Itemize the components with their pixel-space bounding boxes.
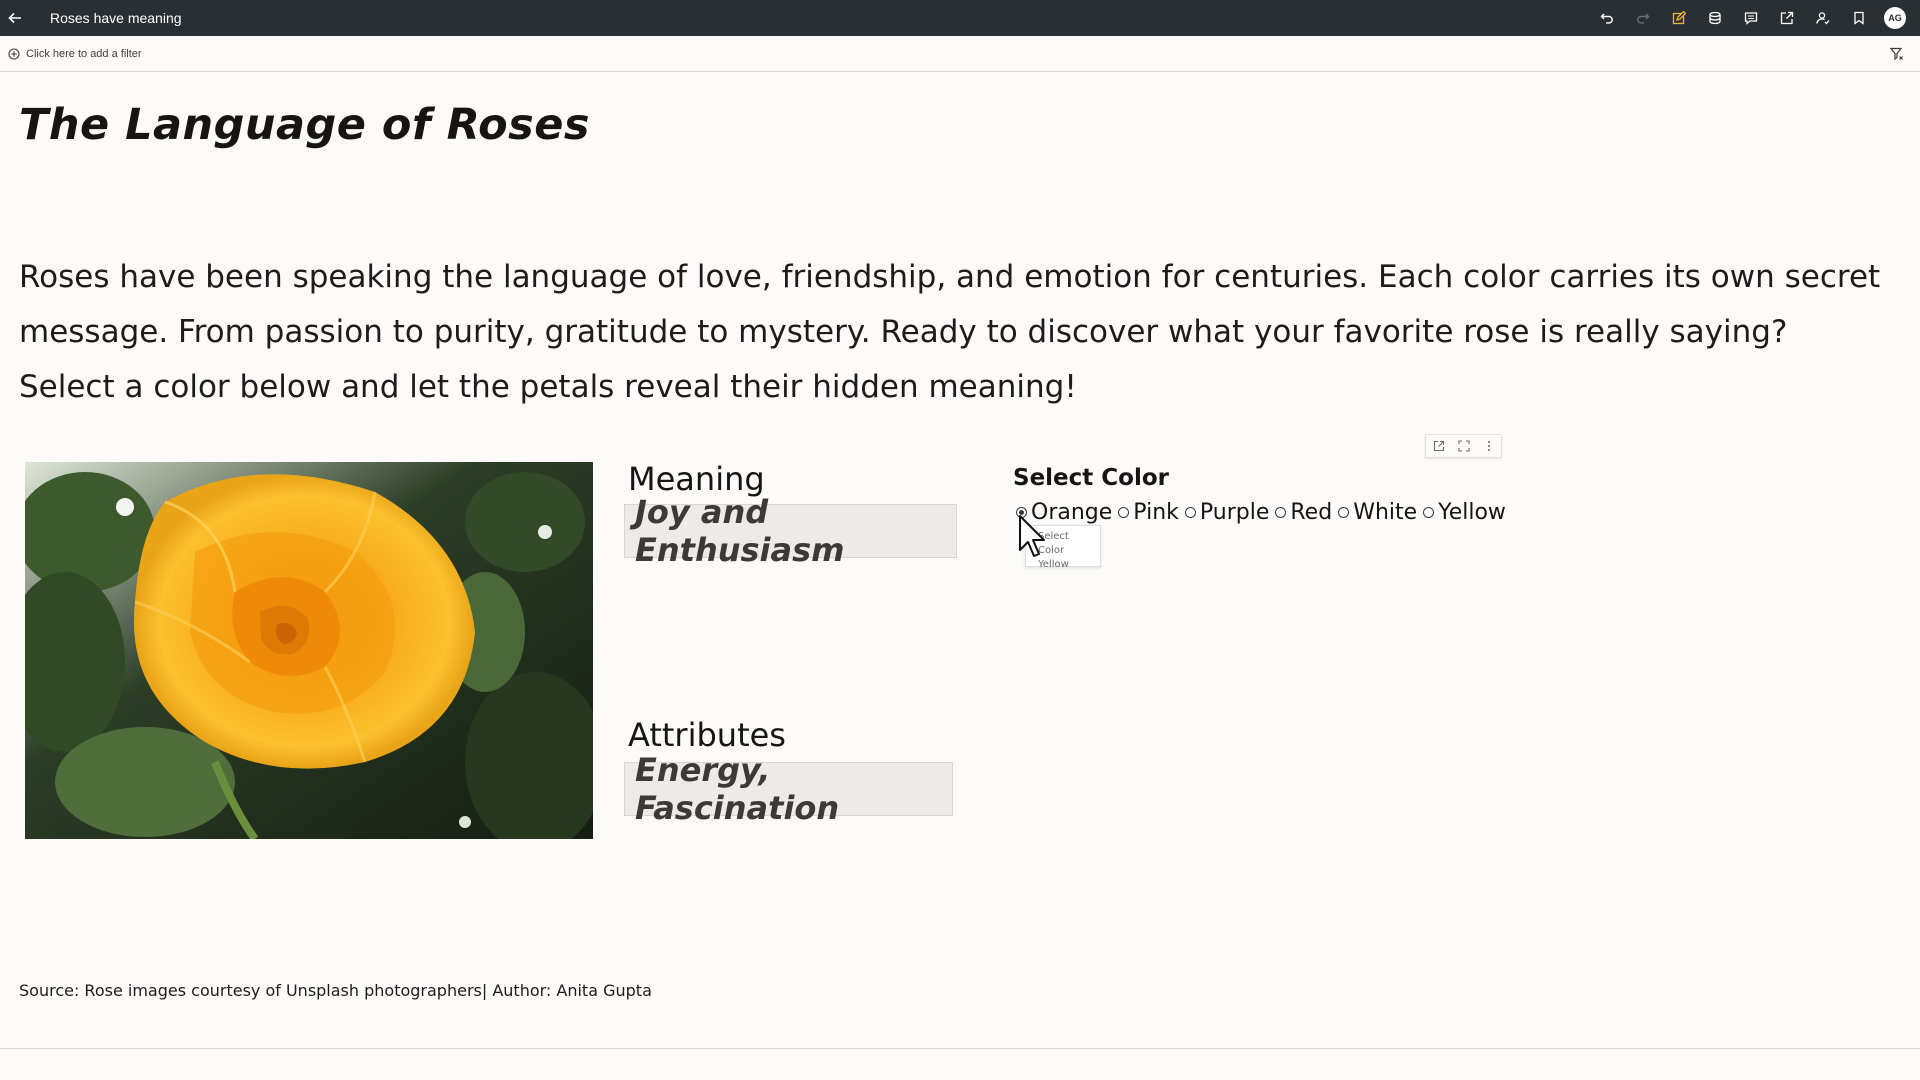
comment-icon <box>1744 12 1758 25</box>
add-filter-label: Click here to add a filter <box>26 47 142 60</box>
tooltip-line-2: Yellow <box>1038 559 1069 570</box>
radio-label: White <box>1353 500 1418 525</box>
radio-purple[interactable]: Purple <box>1184 500 1270 525</box>
meaning-value: Joy and Enthusiasm <box>635 493 845 569</box>
radio-white[interactable]: White <box>1338 500 1417 525</box>
radio-label: Pink <box>1133 500 1179 525</box>
radio-label: Purple <box>1199 500 1270 525</box>
undo-button[interactable] <box>1589 0 1625 36</box>
divider <box>0 1048 1920 1049</box>
maximize-icon[interactable] <box>1457 440 1470 452</box>
source-text: Source: Rose images courtesy of Unsplash… <box>19 981 652 1000</box>
page-title: Roses have meaning <box>50 10 182 26</box>
edit-icon <box>1672 11 1686 25</box>
redo-icon <box>1637 13 1650 24</box>
add-filter-button[interactable]: Click here to add a filter <box>8 48 142 60</box>
more-options-icon[interactable] <box>1483 440 1495 452</box>
color-radio-group: Orange Pink Purple Red White Yellow <box>1016 500 1512 525</box>
attributes-label: Attributes <box>628 716 786 754</box>
radio-yellow[interactable]: Yellow <box>1423 500 1506 525</box>
radio-button[interactable] <box>1275 507 1287 518</box>
filter-bar: Click here to add a filter <box>0 36 1920 72</box>
user-icon <box>1816 12 1830 25</box>
rose-image <box>25 462 593 839</box>
top-bar: Roses have meaning AG <box>0 0 1920 36</box>
radio-pink[interactable]: Pink <box>1118 500 1179 525</box>
mouse-cursor-icon <box>1019 515 1045 557</box>
plus-circle-icon <box>8 47 20 60</box>
avatar[interactable]: AG <box>1884 7 1906 29</box>
select-color-title: Select Color <box>1013 465 1169 491</box>
export-icon[interactable] <box>1433 440 1445 452</box>
undo-icon <box>1600 13 1613 24</box>
meaning-value-box: Joy and Enthusiasm <box>624 493 957 569</box>
data-button[interactable] <box>1697 0 1733 36</box>
radio-label: Red <box>1290 500 1333 525</box>
attributes-value: Energy, Fascination <box>635 751 840 827</box>
data-icon <box>1709 11 1721 25</box>
edit-button[interactable] <box>1661 0 1697 36</box>
rose-illustration <box>25 462 593 839</box>
bookmark-button[interactable] <box>1841 0 1877 36</box>
comment-button[interactable] <box>1733 0 1769 36</box>
filter-settings-icon[interactable] <box>1890 47 1904 61</box>
viz-toolbar <box>1425 434 1502 458</box>
share-button[interactable] <box>1769 0 1805 36</box>
toolbar: AG <box>1589 0 1920 36</box>
radio-button[interactable] <box>1338 507 1350 518</box>
arrow-left-icon <box>8 12 21 24</box>
radio-button[interactable] <box>1184 507 1196 518</box>
share-icon <box>1780 11 1794 25</box>
intro-text: Roses have been speaking the language of… <box>19 259 1881 405</box>
attributes-value-box: Energy, Fascination <box>624 751 953 827</box>
radio-label: Yellow <box>1438 500 1506 525</box>
user-settings-button[interactable] <box>1805 0 1841 36</box>
radio-button[interactable] <box>1118 507 1130 518</box>
canvas-heading: The Language of Roses <box>19 100 591 150</box>
radio-button[interactable] <box>1423 507 1435 518</box>
bookmark-icon <box>1854 11 1864 25</box>
radio-red[interactable]: Red <box>1275 500 1332 525</box>
back-button[interactable] <box>0 0 30 36</box>
redo-button[interactable] <box>1625 0 1661 36</box>
